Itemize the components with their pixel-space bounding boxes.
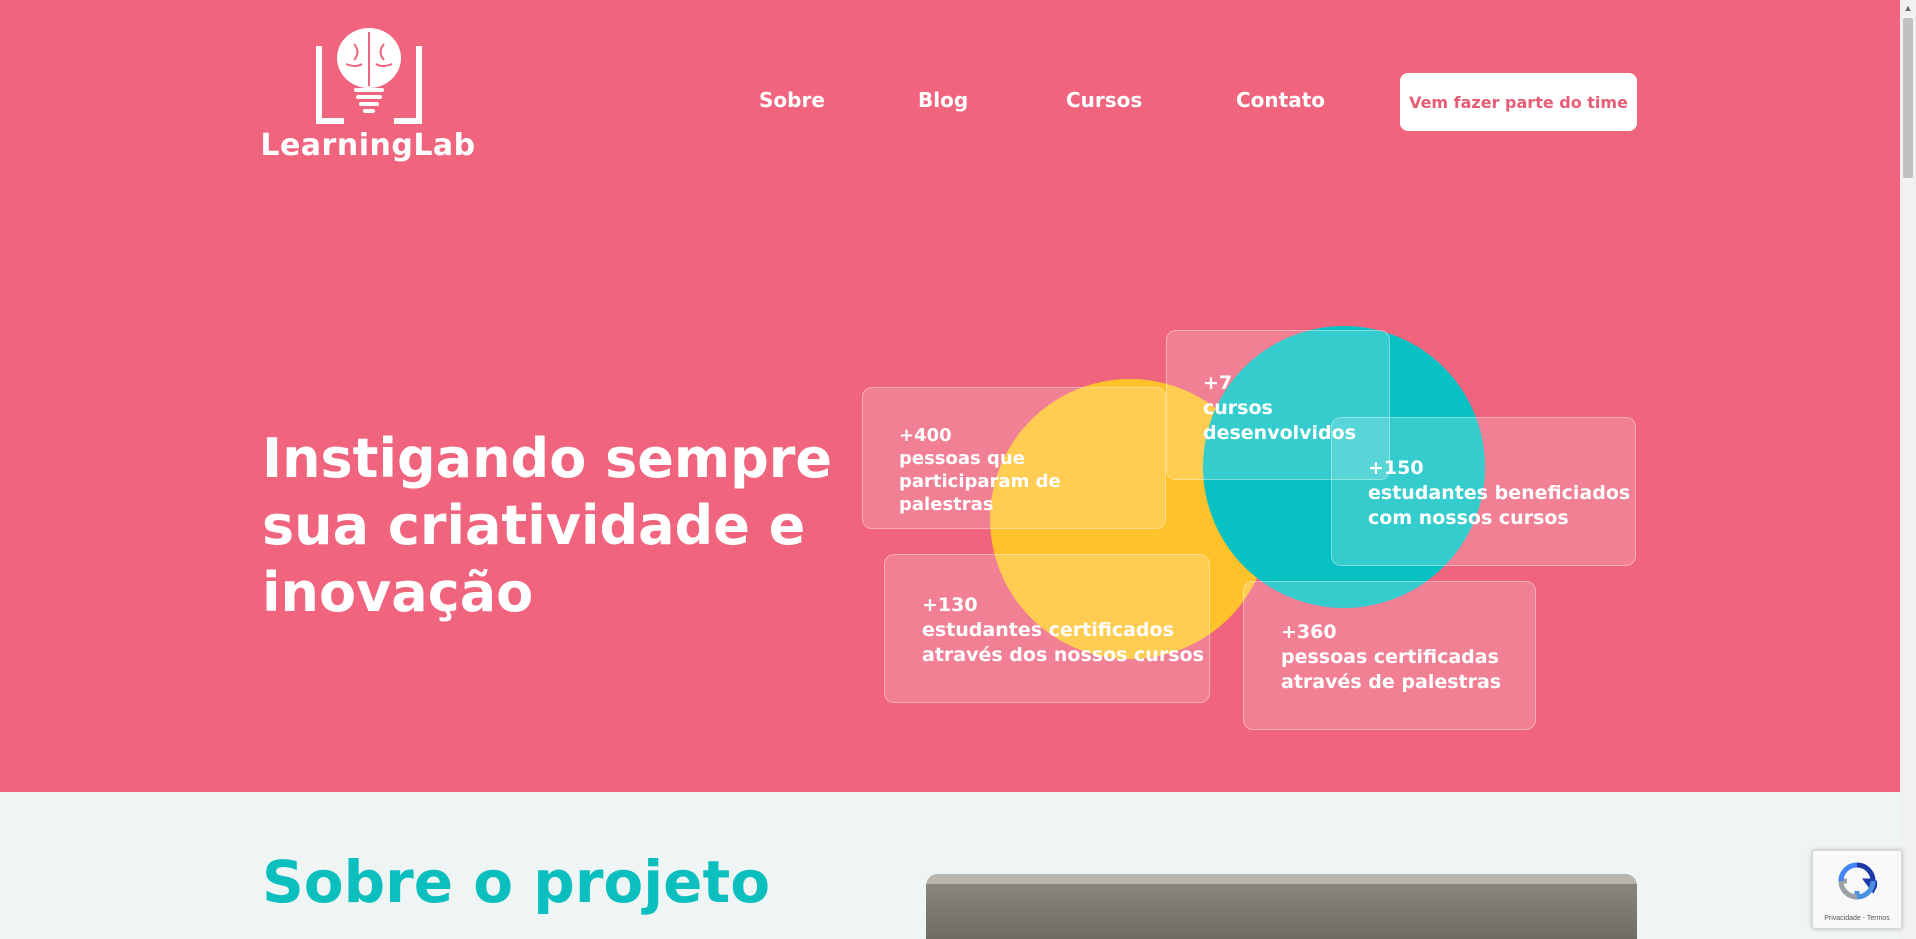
- nav-link-cursos[interactable]: Cursos: [1066, 88, 1142, 112]
- stat-card-beneficiados: +150 estudantes beneficiados com nossos …: [1331, 417, 1636, 566]
- about-section-title: Sobre o projeto: [262, 848, 771, 916]
- hero-section: LearningLab Sobre Blog Cursos Contato Ve…: [0, 0, 1900, 792]
- nav-link-blog[interactable]: Blog: [918, 88, 968, 112]
- scroll-thumb[interactable]: [1903, 18, 1913, 178]
- about-photo: [926, 874, 1637, 939]
- logo[interactable]: LearningLab: [258, 24, 478, 169]
- stat-number: +400: [899, 425, 952, 446]
- stat-text: estudantes certificados através dos noss…: [922, 619, 1204, 666]
- brain-book-icon: [316, 28, 422, 124]
- join-team-button[interactable]: Vem fazer parte do time: [1400, 73, 1637, 131]
- stat-card-palestras: +400 pessoas que participaram de palestr…: [862, 387, 1166, 529]
- stat-number: +150: [1368, 457, 1424, 479]
- page-scrollbar[interactable]: ▲: [1900, 0, 1916, 939]
- stat-card-palestras-certificadas: +360 pessoas certificadas através de pal…: [1243, 581, 1536, 730]
- recaptcha-icon: [1838, 862, 1877, 900]
- hero-headline: Instigando sempre sua criatividade e ino…: [262, 427, 833, 624]
- stat-text: pessoas que participaram de palestras: [899, 448, 1061, 515]
- stat-number: +7: [1203, 372, 1233, 394]
- stat-number: +360: [1281, 621, 1337, 643]
- stat-text: estudantes beneficiados com nossos curso…: [1368, 482, 1631, 529]
- photo-top-strip: [926, 874, 1637, 884]
- nav-link-contato[interactable]: Contato: [1236, 88, 1325, 112]
- scroll-up-icon[interactable]: ▲: [1900, 0, 1916, 16]
- nav-link-sobre[interactable]: Sobre: [759, 88, 825, 112]
- recaptcha-badge[interactable]: Privacidade - Termos: [1812, 850, 1902, 929]
- stat-text: pessoas certificadas através de palestra…: [1281, 646, 1502, 693]
- recaptcha-label[interactable]: Privacidade - Termos: [1813, 915, 1901, 922]
- brand-name: LearningLab: [260, 128, 476, 163]
- stat-number: +130: [922, 594, 978, 616]
- stat-card-certificados: +130 estudantes certificados através dos…: [884, 554, 1210, 703]
